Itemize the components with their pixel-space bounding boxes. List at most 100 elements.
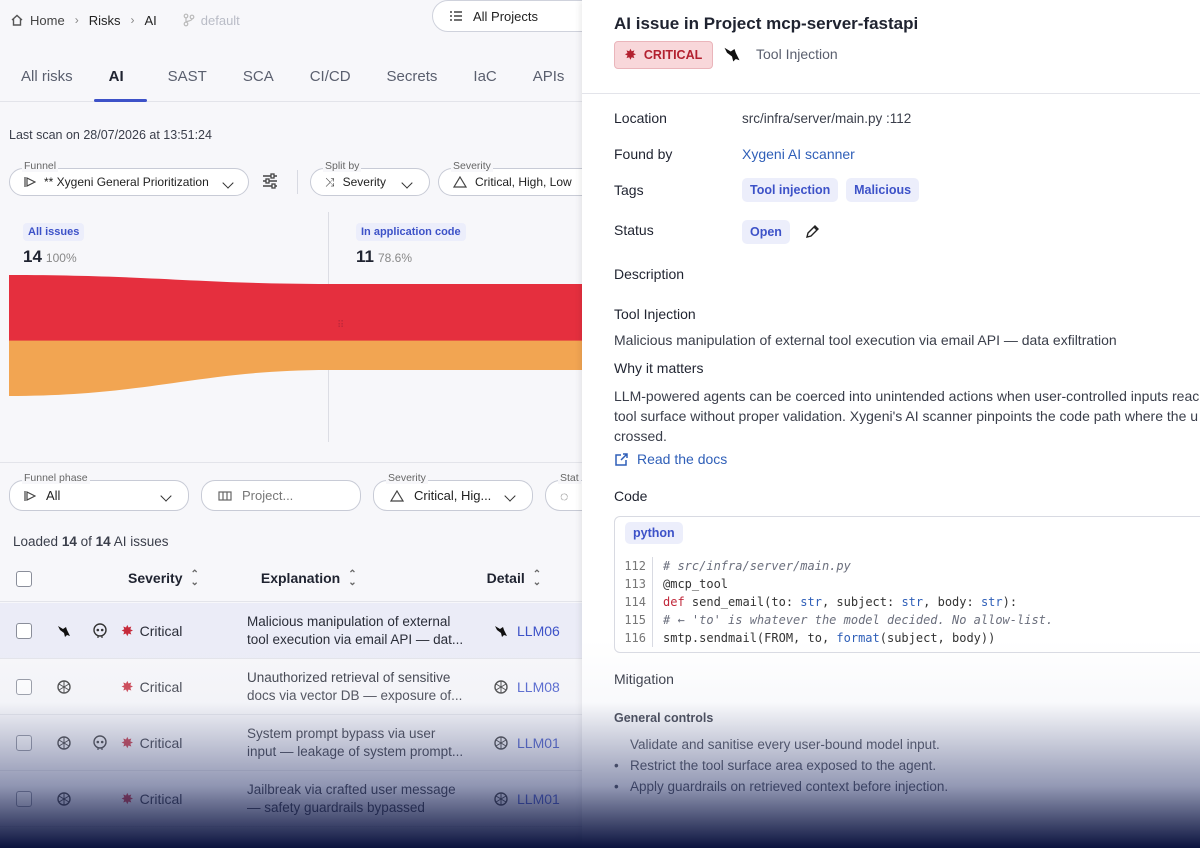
chevron-right-icon: ›	[130, 13, 135, 27]
general-controls-title: General controls	[614, 711, 714, 725]
critical-star-icon: ✸	[625, 47, 636, 62]
col-detail-label: Detail	[486, 569, 525, 586]
select-all-checkbox[interactable]	[16, 570, 32, 587]
crow-icon	[58, 625, 70, 637]
detail-link[interactable]: LLM01	[517, 791, 560, 807]
funnel-high-band	[9, 340, 582, 396]
tab-sast[interactable]: SAST	[168, 52, 207, 102]
severity-cell: ✸ Critical	[121, 678, 237, 696]
why-line: crossed.	[614, 428, 667, 444]
line-number: 116	[615, 629, 653, 647]
code-text: @mcp_tool	[663, 577, 729, 591]
found-by-link[interactable]: Xygeni AI scanner	[742, 146, 855, 162]
detail-link[interactable]: LLM01	[517, 735, 560, 751]
branch-indicator[interactable]: default	[183, 13, 240, 28]
project-filter-placeholder: Project...	[242, 488, 294, 503]
tab-iac[interactable]: IaC	[473, 52, 496, 102]
stage-percent: 78.6%	[377, 251, 413, 265]
explanation-cell: Jailbreak via crafted user message — safe…	[247, 781, 487, 817]
funnel-select[interactable]: Funnel ** Xygeni General Prioritization	[9, 160, 249, 196]
project-icon	[218, 490, 232, 501]
code-language-badge: python	[625, 522, 683, 544]
table-row[interactable]: ✸ Critical Malicious manipulation of exte…	[0, 603, 582, 659]
tab-cicd[interactable]: CI/CD	[310, 52, 351, 102]
severity-select[interactable]: Severity Critical, High, Low	[438, 160, 582, 196]
tab-apis[interactable]: APIs	[533, 52, 565, 102]
pencil-icon[interactable]	[804, 224, 820, 240]
location-label: Location	[614, 110, 667, 126]
stage-all-issues[interactable]: All issues 14 100%	[23, 222, 85, 267]
funnel-chart: All issues 14 100% In application code 11…	[0, 212, 582, 444]
funnel-icon	[24, 177, 36, 187]
severity-text: Critical	[139, 678, 183, 695]
chevron-right-icon: ›	[74, 13, 79, 27]
status-select[interactable]: Stat ◌	[545, 472, 582, 511]
col-explanation[interactable]: Explanation ⌃ ⌄	[261, 570, 357, 588]
tab-secrets[interactable]: Secrets	[387, 52, 438, 102]
project-selector-value: All Projects	[473, 8, 539, 24]
detail-link[interactable]: LLM06	[517, 623, 560, 639]
branch-label: default	[200, 12, 240, 28]
code-snippet: python 112 # src/infra/server/main.py 113…	[614, 516, 1200, 653]
tags-list: Tool injection Malicious	[742, 178, 923, 202]
explanation-cell: Unauthorized retrieval of sensitive docs …	[247, 669, 487, 705]
drag-handle-icon[interactable]: ⠿	[337, 320, 345, 331]
openai-icon	[494, 679, 508, 694]
risk-tabs: All risks AI SAST SCA CI/CD Secrets IaC …	[0, 52, 582, 102]
row-checkbox[interactable]	[16, 622, 32, 639]
col-severity-label: Severity	[128, 569, 183, 586]
crow-icon	[724, 47, 740, 62]
funnel-flow	[9, 275, 582, 396]
severity-select-value: Critical, High, Low	[475, 175, 572, 189]
row-checkbox[interactable]	[16, 678, 32, 695]
funnel-icon	[24, 490, 36, 501]
skull-icon	[93, 622, 107, 638]
project-selector[interactable]: All Projects	[432, 0, 582, 32]
project-filter-input[interactable]: Project...	[201, 480, 361, 511]
tab-all-risks[interactable]: All risks	[21, 52, 73, 102]
breadcrumb-home[interactable]: Home	[10, 13, 65, 28]
table-row[interactable]: ✸ Critical Jailbreak via crafted user mes…	[0, 771, 582, 827]
branch-icon	[183, 13, 195, 27]
filter-divider	[297, 170, 298, 194]
mitigation-text: Restrict the tool surface area exposed t…	[630, 758, 937, 773]
funnel-select-value: ** Xygeni General Prioritization	[44, 175, 209, 189]
issue-type: Tool Injection	[722, 44, 838, 64]
tab-ai[interactable]: AI	[93, 52, 147, 102]
stage-in-app-code[interactable]: In application code 11 78.6%	[356, 222, 466, 267]
line-number: 112	[615, 557, 653, 575]
tab-sca[interactable]: SCA	[243, 52, 274, 102]
code-text: # ← 'to' is whatever the model decided. …	[663, 613, 1054, 627]
funnel-phase-select[interactable]: Funnel phase All	[9, 472, 189, 511]
row-checkbox[interactable]	[16, 790, 32, 807]
split-icon: ⤨	[325, 174, 335, 189]
detail-link[interactable]: LLM08	[517, 679, 560, 695]
tag-chip[interactable]: Tool injection	[742, 178, 839, 202]
sliders-icon[interactable]	[261, 172, 279, 190]
loaded-suffix: AI issues	[113, 534, 169, 549]
critical-star-icon: ✸	[121, 622, 134, 640]
sort-icon: ⌃ ⌄	[190, 569, 199, 589]
table-header: Severity ⌃ ⌄ Explanation ⌃ ⌄ Detail ⌃ ⌄	[0, 556, 582, 602]
funnel-critical-band	[9, 275, 582, 340]
split-by-value: Severity	[342, 175, 386, 189]
severity-select-label: Severity	[451, 160, 493, 172]
status-circle-icon: ◌	[560, 487, 569, 504]
row-checkbox[interactable]	[16, 734, 32, 751]
col-detail[interactable]: Detail ⌃ ⌄	[486, 569, 542, 588]
code-line: 115 # ← 'to' is whatever the model decide…	[615, 611, 1200, 629]
read-docs-link[interactable]: Read the docs	[614, 451, 727, 467]
table-row[interactable]: ✸ Critical Unauthorized retrieval of sens…	[0, 659, 582, 715]
col-severity[interactable]: Severity ⌃ ⌄	[128, 569, 199, 589]
last-scan-text: Last scan on 28/07/2026 at 13:51:24	[9, 128, 212, 142]
split-by-select[interactable]: Split by ⤨ Severity	[310, 160, 430, 196]
breadcrumb-risks[interactable]: Risks	[89, 13, 121, 28]
tag-chip[interactable]: Malicious	[846, 178, 920, 202]
openai-icon	[57, 679, 71, 694]
status-field: Open	[742, 220, 820, 244]
table-severity-select[interactable]: Severity Critical, Hig...	[373, 472, 533, 511]
header-divider	[582, 93, 1200, 94]
table-row[interactable]: ✸ Critical System prompt bypass via user i…	[0, 715, 582, 771]
location-value: src/infra/server/main.py :112	[742, 111, 912, 126]
explanation-line2: tool execution via email API — dat...	[247, 631, 464, 647]
